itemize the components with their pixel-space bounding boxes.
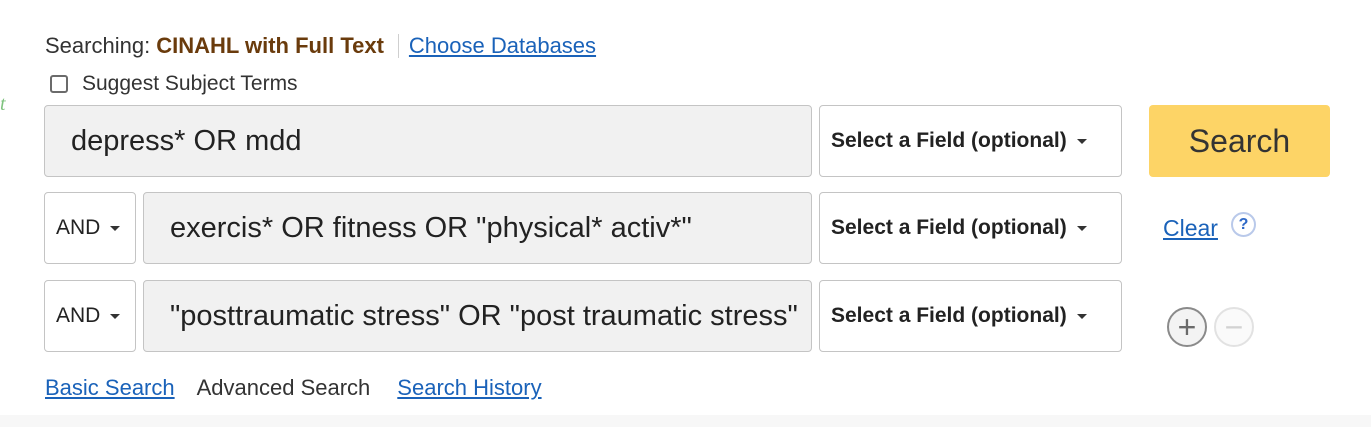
field-select-label: Select a Field (optional) [831, 129, 1067, 152]
boolean-operator-select-row-3[interactable]: AND [44, 280, 136, 352]
suggest-terms-label: Suggest Subject Terms [82, 72, 298, 95]
search-button[interactable]: Search [1149, 105, 1330, 177]
search-input-row-2[interactable]: exercis* OR fitness OR "physical* activ*… [143, 192, 812, 264]
minus-circle-icon[interactable]: − [1214, 307, 1254, 347]
search-history-link[interactable]: Search History [397, 375, 541, 401]
field-select-row-3[interactable]: Select a Field (optional) [819, 280, 1122, 352]
field-select-row-2[interactable]: Select a Field (optional) [819, 192, 1122, 264]
field-select-label: Select a Field (optional) [831, 216, 1067, 239]
caret-down-icon [110, 313, 121, 319]
search-mode-nav: Basic Search Advanced Search Search Hist… [45, 375, 542, 401]
caret-down-icon [1076, 313, 1087, 319]
plus-circle-icon[interactable]: + [1167, 307, 1207, 347]
caret-down-icon [1076, 138, 1087, 144]
clear-link[interactable]: Clear [1163, 215, 1218, 242]
database-name: CINAHL with Full Text [156, 33, 384, 58]
divider [397, 34, 399, 58]
advanced-search-current: Advanced Search [196, 375, 371, 400]
suggest-subject-terms[interactable]: Suggest Subject Terms [50, 72, 298, 96]
searching-label: Searching: [45, 33, 151, 58]
help-icon[interactable]: ? [1231, 212, 1256, 237]
choose-databases-link[interactable]: Choose Databases [409, 33, 596, 59]
search-input-row-3[interactable]: "posttraumatic stress" OR "post traumati… [143, 280, 812, 352]
boolean-operator-select-row-2[interactable]: AND [44, 192, 136, 264]
field-select-label: Select a Field (optional) [831, 304, 1067, 327]
field-select-row-1[interactable]: Select a Field (optional) [819, 105, 1122, 177]
caret-down-icon [110, 225, 121, 231]
caret-down-icon [1076, 225, 1087, 231]
searching-line: Searching: CINAHL with Full Text Choose … [45, 32, 596, 60]
boolean-operator-label: AND [56, 216, 101, 239]
partial-logo-glyph: t [0, 93, 6, 115]
boolean-operator-label: AND [56, 304, 101, 327]
basic-search-link[interactable]: Basic Search [45, 375, 175, 401]
bottom-strip [0, 415, 1371, 427]
search-input-row-1[interactable]: depress* OR mdd [44, 105, 812, 177]
suggest-terms-checkbox[interactable] [50, 75, 68, 93]
